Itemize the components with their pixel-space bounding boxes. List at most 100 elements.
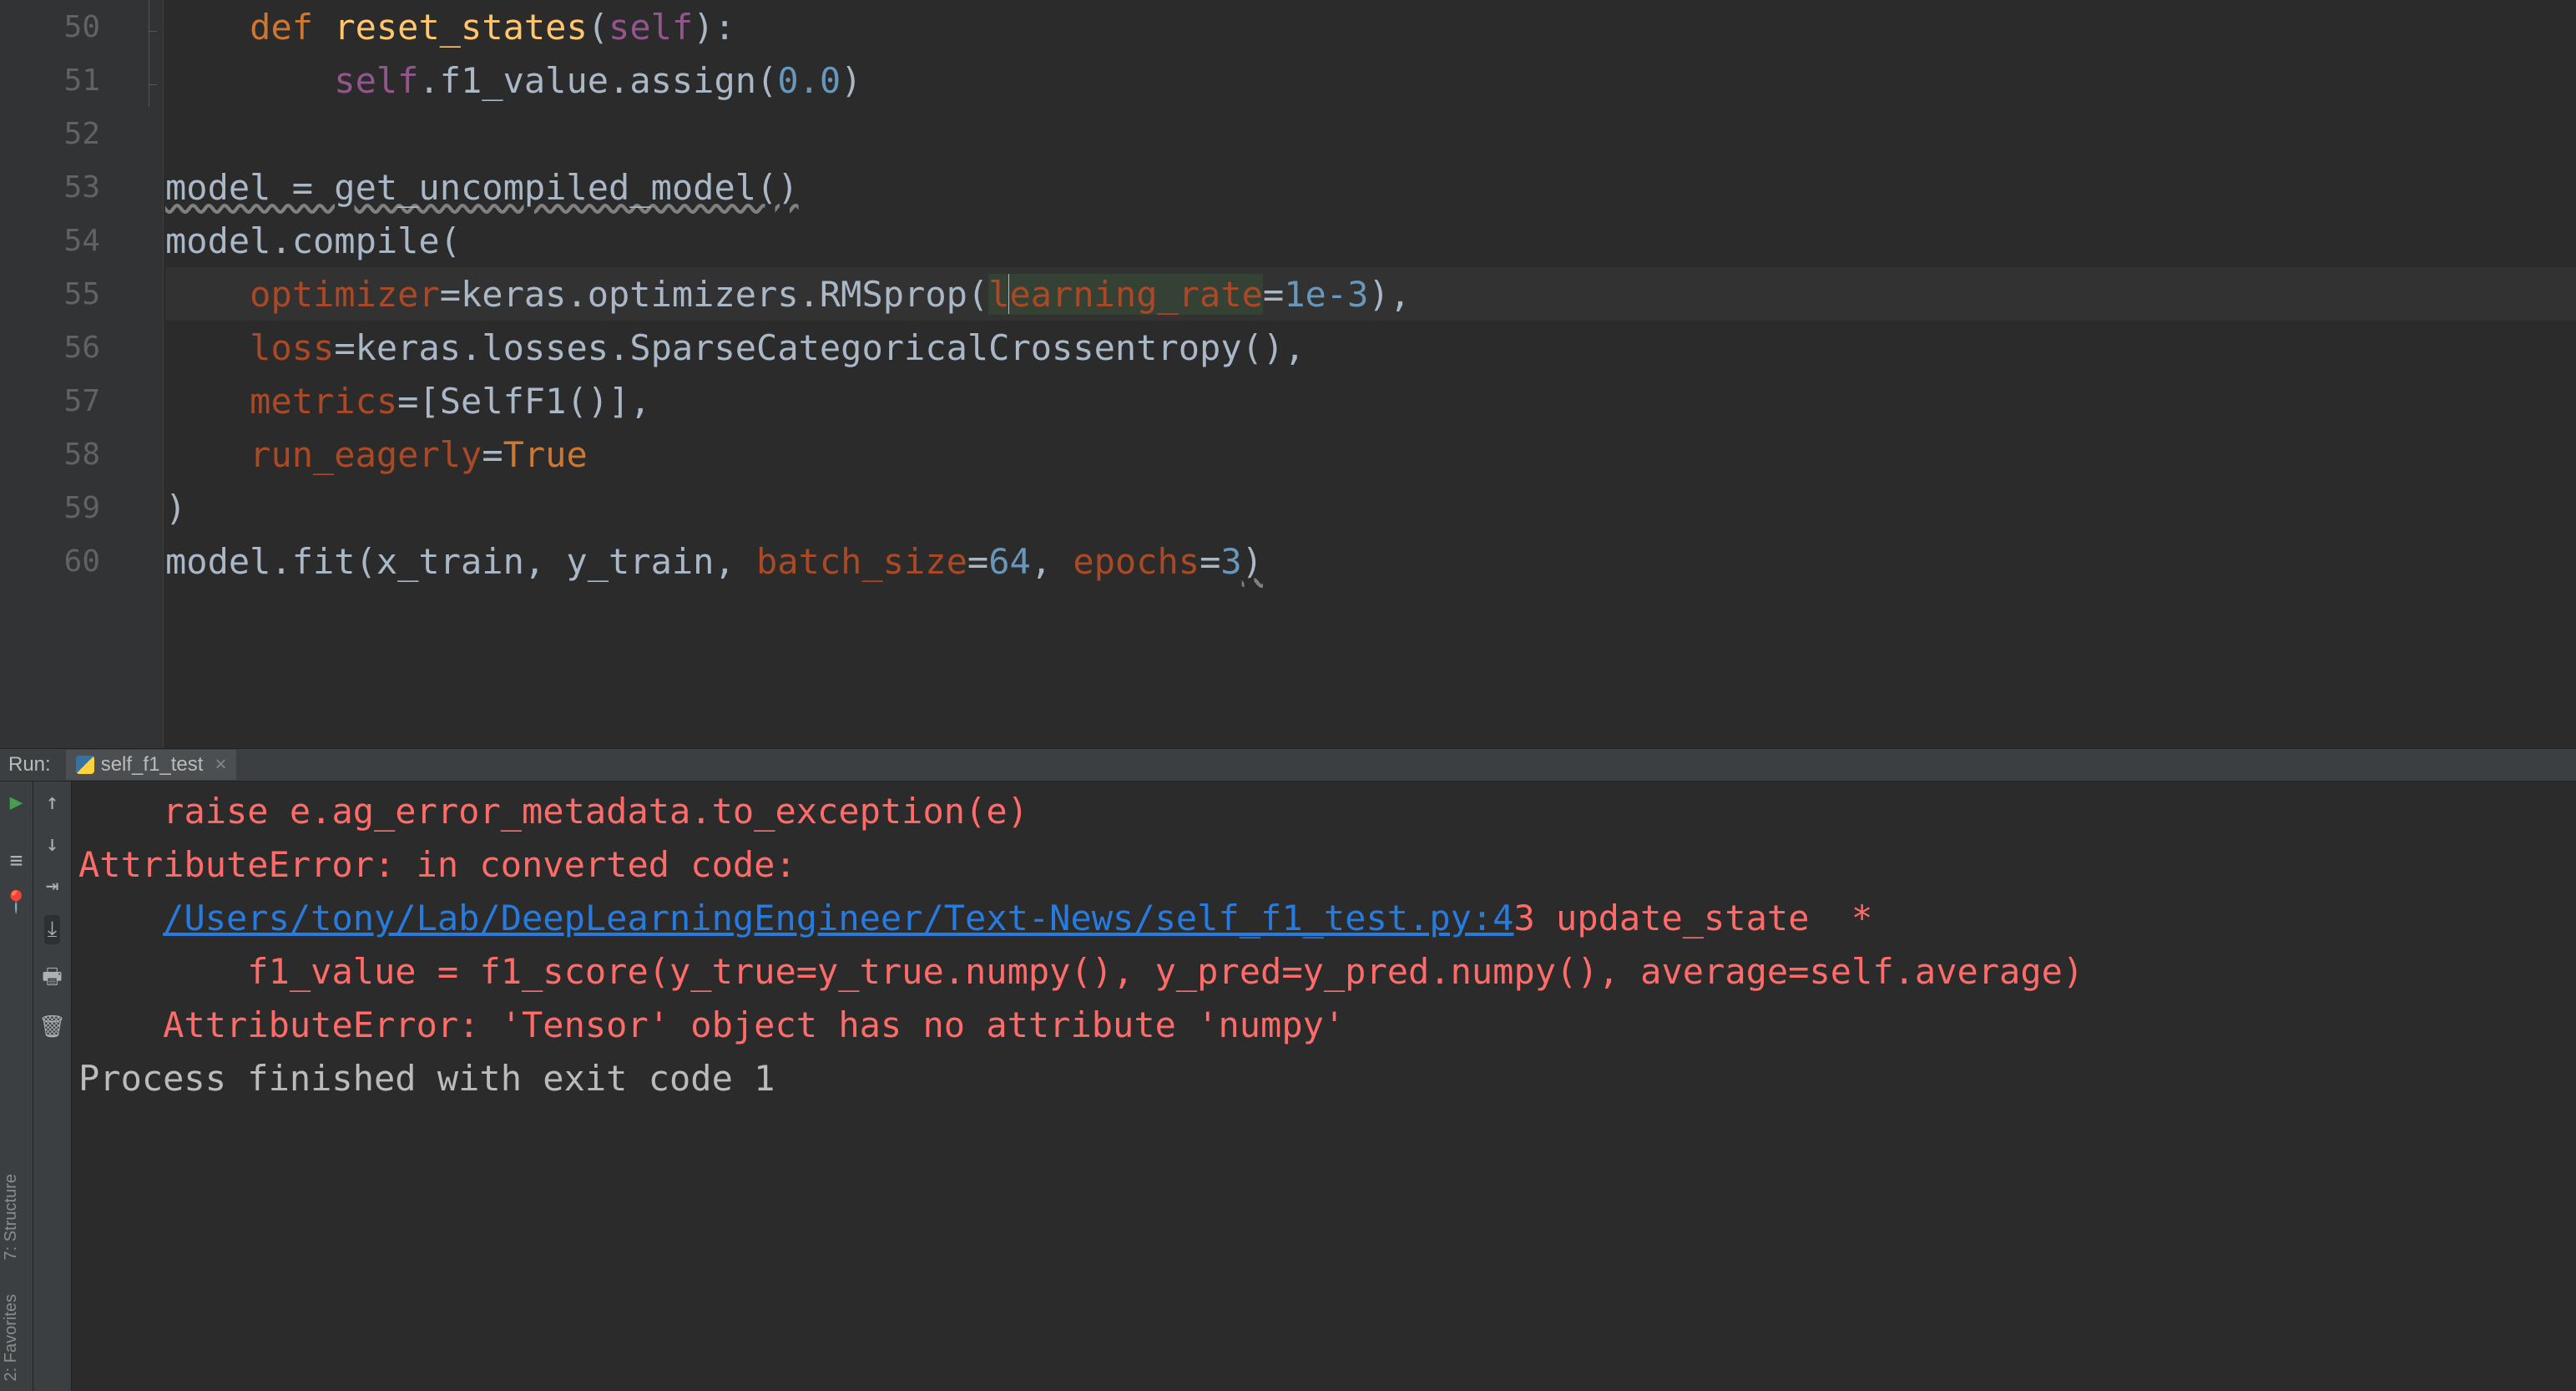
side-tab-structure[interactable]: 7: Structure bbox=[2, 1174, 21, 1260]
code-token: loss bbox=[250, 327, 334, 368]
code-line[interactable]: ) bbox=[165, 481, 2576, 534]
layout-icon[interactable]: ≡ bbox=[10, 848, 23, 873]
code-token bbox=[165, 381, 250, 422]
close-icon[interactable]: × bbox=[215, 753, 226, 776]
line-number: 55 bbox=[0, 267, 134, 321]
down-stack-icon[interactable]: ↓ bbox=[46, 832, 59, 857]
run-tool-window: ▶ ≡ 📍 ↑ ↓ ⇥ ⤓ 🖶 🗑 raise e.ag_error_metad… bbox=[0, 781, 2576, 1391]
console-line: /Users/tony/Lab/DeepLearningEngineer/Tex… bbox=[72, 892, 2576, 945]
fold-cell[interactable] bbox=[134, 107, 163, 160]
line-number: 58 bbox=[0, 427, 134, 481]
code-token: run_eagerly bbox=[250, 434, 482, 475]
console-line: AttributeError: 'Tensor' object has no a… bbox=[72, 999, 2576, 1052]
fold-cell[interactable] bbox=[134, 374, 163, 427]
fold-cell[interactable] bbox=[134, 267, 163, 321]
code-line[interactable]: model.fit(x_train, y_train, batch_size=6… bbox=[165, 534, 2576, 588]
scroll-to-end-icon[interactable]: ⤓ bbox=[44, 915, 61, 944]
code-token: ( bbox=[588, 7, 609, 48]
fold-cell[interactable] bbox=[134, 534, 163, 588]
fold-cell[interactable] bbox=[134, 53, 163, 107]
code-area[interactable]: def reset_states(self): self.f1_value.as… bbox=[164, 0, 2576, 748]
print-icon[interactable]: 🖶 bbox=[42, 961, 63, 998]
code-token: ( bbox=[756, 60, 777, 101]
code-line[interactable]: model.compile( bbox=[165, 214, 2576, 267]
code-token: earning_rate bbox=[1009, 274, 1262, 315]
code-line[interactable]: optimizer=keras.optimizers.RMSprop(learn… bbox=[165, 267, 2576, 321]
code-token: epochs bbox=[1073, 541, 1200, 582]
code-token: =[SelfF1()], bbox=[397, 381, 650, 422]
code-token bbox=[165, 274, 250, 315]
run-console[interactable]: raise e.ag_error_metadata.to_exception(e… bbox=[72, 781, 2576, 1391]
code-token: reset_states bbox=[334, 7, 587, 48]
code-token: 3 bbox=[1220, 541, 1241, 582]
code-token: metrics bbox=[250, 381, 397, 422]
fold-cell[interactable] bbox=[134, 481, 163, 534]
code-token: = bbox=[967, 541, 988, 582]
code-token bbox=[165, 434, 250, 475]
run-toolbar-secondary: ↑ ↓ ⇥ ⤓ 🖶 🗑 bbox=[33, 781, 72, 1391]
fold-cell[interactable] bbox=[134, 214, 163, 267]
python-icon bbox=[76, 756, 94, 774]
fold-cell[interactable] bbox=[134, 427, 163, 481]
line-number: 51 bbox=[0, 53, 134, 107]
line-number: 52 bbox=[0, 107, 134, 160]
run-tab[interactable]: self_f1_test × bbox=[66, 750, 237, 780]
line-number: 59 bbox=[0, 481, 134, 534]
code-token: ), bbox=[1368, 274, 1411, 315]
fold-cell[interactable] bbox=[134, 160, 163, 214]
code-token: model.fit(x_train, y_train, bbox=[165, 541, 756, 582]
line-number: 60 bbox=[0, 534, 134, 588]
code-token: 1e-3 bbox=[1284, 274, 1368, 315]
code-token: = bbox=[1200, 541, 1220, 582]
code-editor[interactable]: 5051525354555657585960 def reset_states(… bbox=[0, 0, 2576, 748]
up-stack-icon[interactable]: ↑ bbox=[46, 790, 59, 815]
code-line[interactable]: loss=keras.losses.SparseCategoricalCross… bbox=[165, 321, 2576, 374]
fold-cell[interactable] bbox=[134, 0, 163, 53]
code-token bbox=[165, 327, 250, 368]
code-token: l bbox=[988, 274, 1009, 315]
code-token: , bbox=[1031, 541, 1073, 582]
run-header-label: Run: bbox=[8, 753, 51, 776]
code-token: True bbox=[503, 434, 588, 475]
trash-icon[interactable]: 🗑 bbox=[38, 1014, 66, 1039]
code-token bbox=[165, 60, 334, 101]
line-number: 57 bbox=[0, 374, 134, 427]
soft-wrap-icon[interactable]: ⇥ bbox=[46, 873, 59, 898]
pin-icon[interactable]: 📍 bbox=[3, 890, 29, 915]
code-token: 0.0 bbox=[777, 60, 841, 101]
code-token: = bbox=[482, 434, 503, 475]
left-side-tabs: 7: Structure 2: Favorites bbox=[0, 1080, 22, 1381]
code-token: 64 bbox=[988, 541, 1031, 582]
code-token: model.compile( bbox=[165, 220, 461, 261]
run-tool-window-header: Run: self_f1_test × bbox=[0, 748, 2576, 781]
fold-cell[interactable] bbox=[134, 321, 163, 374]
line-number: 56 bbox=[0, 321, 134, 374]
code-token: optimizer bbox=[250, 274, 440, 315]
code-token: self bbox=[334, 60, 418, 101]
code-token: ): bbox=[693, 7, 735, 48]
line-number: 54 bbox=[0, 214, 134, 267]
code-line[interactable]: run_eagerly=True bbox=[165, 427, 2576, 481]
code-line[interactable] bbox=[165, 107, 2576, 160]
console-line: Process finished with exit code 1 bbox=[72, 1052, 2576, 1105]
line-number-gutter: 5051525354555657585960 bbox=[0, 0, 134, 748]
run-tab-label: self_f1_test bbox=[101, 753, 204, 776]
fold-gutter[interactable] bbox=[134, 0, 164, 748]
stacktrace-link[interactable]: /Users/tony/Lab/DeepLearningEngineer/Tex… bbox=[163, 898, 1513, 938]
code-line[interactable]: metrics=[SelfF1()], bbox=[165, 374, 2576, 427]
code-token: self bbox=[609, 7, 693, 48]
code-token: def bbox=[250, 7, 334, 48]
console-line: f1_value = f1_score(y_true=y_true.numpy(… bbox=[72, 945, 2576, 999]
code-line[interactable]: model = get_uncompiled_model() bbox=[165, 160, 2576, 214]
console-line: raise e.ag_error_metadata.to_exception(e… bbox=[72, 785, 2576, 838]
code-line[interactable]: self.f1_value.assign(0.0) bbox=[165, 53, 2576, 107]
run-play-icon[interactable]: ▶ bbox=[10, 790, 23, 815]
side-tab-favorites[interactable]: 2: Favorites bbox=[2, 1294, 21, 1381]
code-token: ) bbox=[165, 488, 186, 529]
code-token: = bbox=[1263, 274, 1284, 315]
code-token: assign bbox=[629, 60, 756, 101]
code-token: ) bbox=[841, 60, 861, 101]
code-token: =keras.losses.SparseCategoricalCrossentr… bbox=[334, 327, 1305, 368]
code-line[interactable]: def reset_states(self): bbox=[165, 0, 2576, 53]
line-number: 53 bbox=[0, 160, 134, 214]
